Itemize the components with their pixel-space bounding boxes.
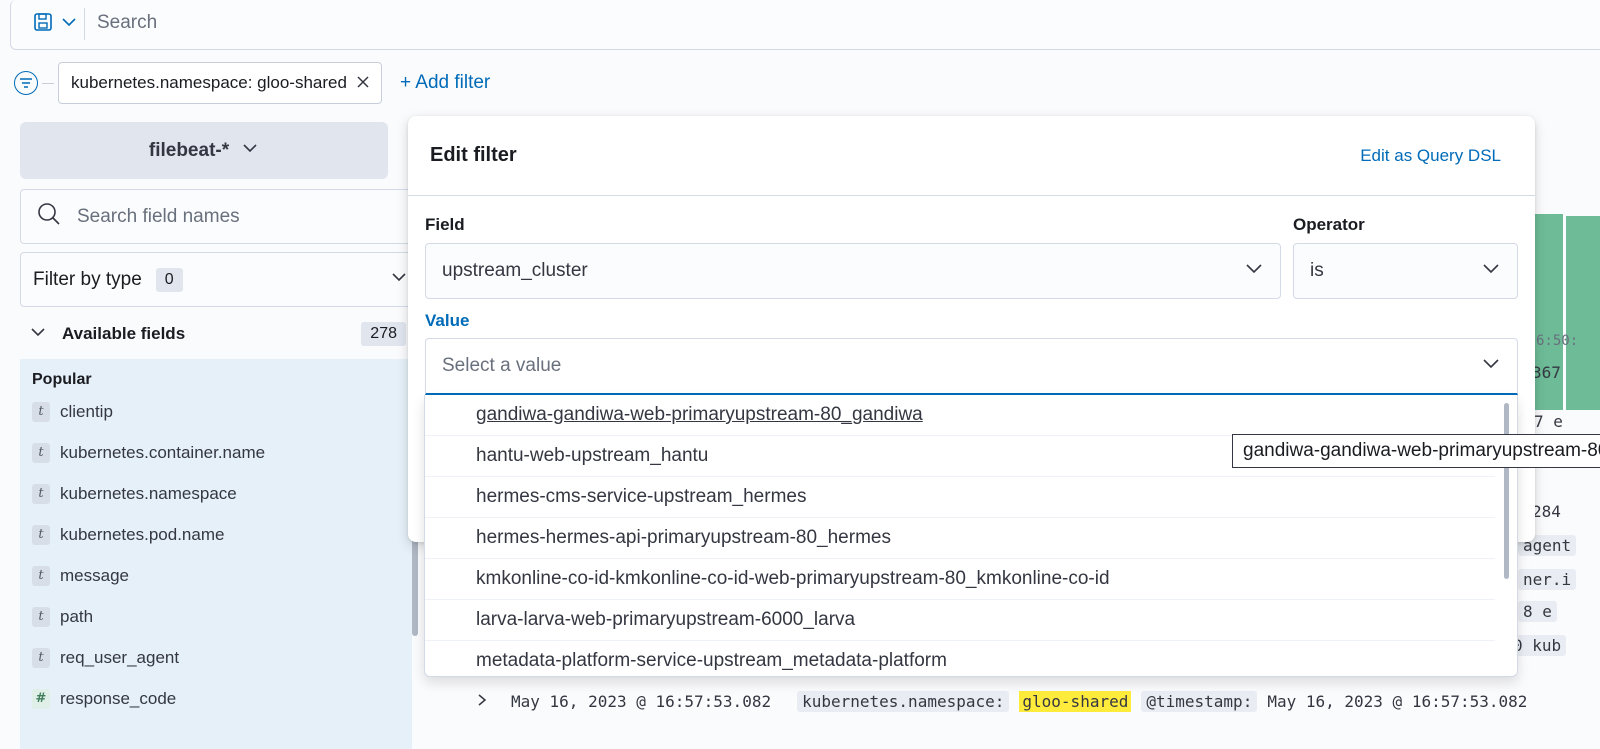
available-fields-count: 278 (361, 322, 406, 346)
string-type-icon: t (32, 647, 50, 668)
save-icon (33, 12, 53, 37)
field-name: clientip (60, 401, 113, 421)
field-label: Field (425, 215, 465, 234)
filter-by-type-button[interactable]: Filter by type 0 (20, 252, 412, 307)
edit-as-query-dsl-link[interactable]: Edit as Query DSL (1360, 146, 1501, 166)
popover-header: Edit filter Edit as Query DSL (408, 116, 1535, 196)
value-option[interactable]: metadata-platform-service-upstream_metad… (425, 641, 1495, 676)
histogram-bar (1566, 216, 1600, 410)
operator-label: Operator (1293, 215, 1365, 234)
index-pattern-selector[interactable]: filebeat-* (20, 122, 388, 179)
chevron-down-icon (1481, 258, 1501, 284)
operator-combobox[interactable]: is (1293, 243, 1518, 299)
field-name: kubernetes.namespace (60, 483, 237, 503)
field-name: kubernetes.pod.name (60, 524, 225, 544)
add-filter-button[interactable]: + Add filter (400, 72, 490, 94)
available-fields-toggle[interactable]: Available fields 278 (20, 319, 412, 349)
chevron-down-icon (1481, 353, 1501, 379)
query-bar: Search (10, 0, 1600, 50)
string-type-icon: t (32, 606, 50, 627)
field-name: kubernetes.container.name (60, 442, 266, 462)
field-search-placeholder: Search field names (77, 205, 240, 227)
value-combobox-placeholder: Select a value (442, 355, 562, 376)
value-option[interactable]: kmkonline-co-id-kmkonline-co-id-web-prim… (425, 559, 1495, 600)
field-name: response_code (60, 688, 177, 708)
operator-combobox-value: is (1310, 260, 1324, 281)
value-combobox[interactable]: Select a value (425, 338, 1518, 395)
divider (42, 82, 54, 84)
doc-fragment: ner.i (1518, 569, 1577, 590)
value-option[interactable]: gandiwa-gandiwa-web-primaryupstream-80_g… (425, 395, 1495, 436)
field-name: path (60, 606, 94, 626)
index-pattern-label: filebeat-* (148, 139, 230, 161)
chevron-down-icon (241, 139, 259, 163)
popover-title: Edit filter (430, 144, 517, 166)
doc-timestamp: May 16, 2023 @ 16:57:53.082 (511, 691, 772, 711)
value-label: Value (425, 311, 470, 330)
filter-count-badge: 0 (155, 267, 183, 292)
field-item[interactable]: t message (32, 555, 412, 596)
doc-fragment: 7 e (1534, 412, 1563, 431)
string-type-icon: t (32, 524, 50, 545)
doc-field-key: kubernetes.namespace: (797, 690, 1010, 712)
string-type-icon: t (32, 565, 50, 586)
field-combobox-value: upstream_cluster (442, 260, 588, 281)
histogram-tick-label: 6:50: (1536, 333, 1579, 349)
saved-query-button[interactable] (23, 8, 85, 40)
field-item[interactable]: t kubernetes.namespace (32, 473, 412, 514)
number-type-icon: # (32, 688, 50, 709)
field-search-input[interactable]: Search field names (20, 189, 412, 244)
value-option[interactable]: larva-larva-web-primaryupstream-6000_lar… (425, 600, 1495, 641)
doc-field-value: May 16, 2023 @ 16:57:53.082 (1267, 691, 1528, 711)
field-sidebar: filebeat-* Search field names Filter by … (20, 122, 412, 749)
filter-pill[interactable]: kubernetes.namespace: gloo-shared (58, 62, 382, 104)
chevron-down-icon (30, 324, 46, 345)
value-option[interactable]: hermes-cms-service-upstream_hermes (425, 477, 1495, 518)
document-row[interactable]: May 16, 2023 @ 16:57:53.082 kubernetes.n… (477, 686, 1527, 716)
doc-field-key: @timestamp: (1141, 690, 1258, 712)
field-item[interactable]: # response_code (32, 678, 412, 719)
field-item[interactable]: t req_user_agent (32, 637, 412, 678)
search-icon (37, 202, 61, 232)
field-item[interactable]: t kubernetes.container.name (32, 432, 412, 473)
doc-field-value-highlight: gloo-shared (1019, 690, 1132, 712)
filter-bar: kubernetes.namespace: gloo-shared + Add … (14, 62, 490, 104)
filter-pill-label: kubernetes.namespace: gloo-shared (71, 73, 347, 92)
field-name: req_user_agent (60, 647, 180, 667)
field-item[interactable]: t clientip (32, 391, 412, 432)
string-type-icon: t (32, 483, 50, 504)
string-type-icon: t (32, 401, 50, 422)
filter-options-icon[interactable] (14, 71, 38, 95)
field-name: message (60, 565, 129, 585)
field-item[interactable]: t path (32, 596, 412, 637)
field-item[interactable]: t kubernetes.pod.name (32, 514, 412, 555)
field-combobox[interactable]: upstream_cluster (425, 243, 1281, 299)
value-option[interactable]: hermes-hermes-api-primaryupstream-80_her… (425, 518, 1495, 559)
doc-fragment: 8 e (1518, 601, 1557, 622)
string-type-icon: t (32, 442, 50, 463)
option-tooltip: gandiwa-gandiwa-web-primaryupstream-80_g… (1232, 434, 1600, 468)
filter-by-type-label: Filter by type (33, 268, 142, 290)
close-icon[interactable] (357, 73, 369, 93)
doc-fragment: 284 (1532, 502, 1561, 521)
options-scrollbar[interactable] (1504, 403, 1509, 579)
doc-fragment: 367 (1532, 363, 1561, 382)
chevron-down-icon (1244, 258, 1264, 284)
search-input[interactable]: Search (97, 12, 157, 34)
chevron-down-icon (61, 14, 77, 35)
expand-icon[interactable] (477, 692, 487, 711)
available-fields-label: Available fields (62, 324, 186, 343)
popular-heading: Popular (32, 371, 92, 388)
chevron-down-icon (391, 269, 407, 291)
field-list: Popular t clientip t kubernetes.containe… (20, 359, 412, 749)
